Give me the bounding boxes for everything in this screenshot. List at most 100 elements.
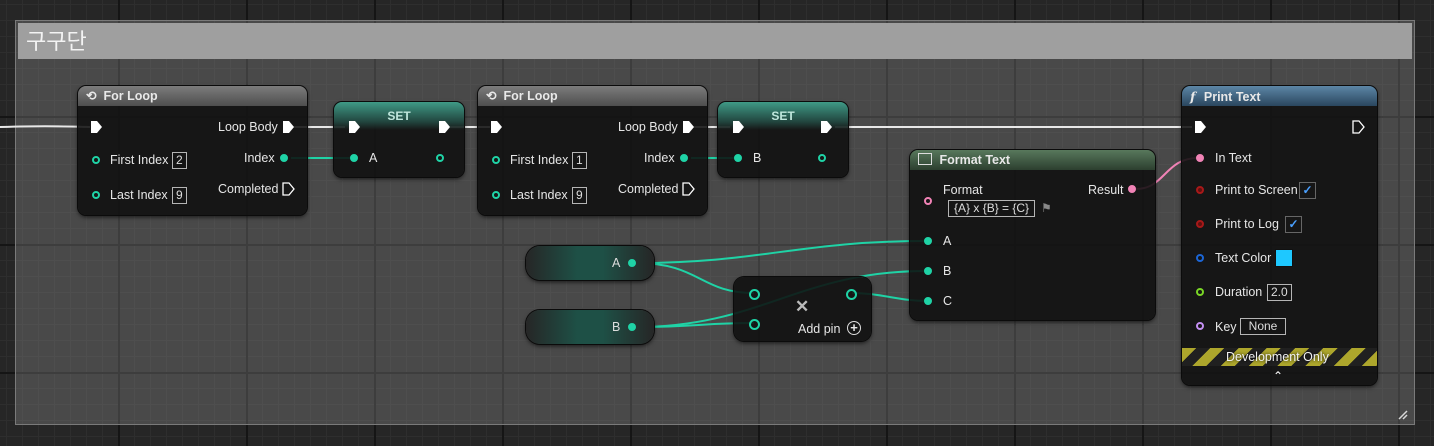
exec-in-pin[interactable]: [90, 120, 103, 134]
exec-out-pin[interactable]: [438, 120, 451, 134]
node-title: For Loop: [103, 89, 158, 103]
value-out-pin[interactable]: [436, 154, 444, 162]
var-label: B: [753, 151, 762, 165]
output-pin[interactable]: [846, 289, 857, 300]
first-index-label: First Index: [510, 153, 569, 167]
print-text-node[interactable]: f Print Text In Text Print to Screen ✓ P…: [1182, 86, 1377, 385]
input-b-pin[interactable]: [749, 319, 760, 330]
multiply-icon: ✕: [795, 297, 810, 316]
text-color-swatch[interactable]: [1275, 249, 1293, 267]
pin-a[interactable]: [924, 237, 932, 245]
in-text-label: In Text: [1215, 151, 1252, 165]
add-pin-label[interactable]: Add pin: [798, 322, 840, 336]
print-to-log-pin[interactable]: [1196, 220, 1204, 228]
first-index-input[interactable]: 2: [172, 152, 187, 169]
last-index-pin[interactable]: [92, 191, 100, 199]
in-text-pin[interactable]: [1196, 154, 1204, 162]
exec-in-pin[interactable]: [490, 120, 503, 134]
value-out-pin[interactable]: [628, 323, 636, 331]
localization-flag-icon[interactable]: ⚑: [1041, 201, 1052, 215]
wire-get-a-format: [635, 240, 927, 264]
first-index-label: First Index: [110, 153, 169, 167]
duration-input[interactable]: 2.0: [1267, 284, 1292, 301]
set-node-a[interactable]: SET A: [334, 102, 464, 177]
node-title: Format Text: [939, 153, 1011, 167]
result-pin[interactable]: [1128, 185, 1136, 193]
key-input[interactable]: None: [1240, 318, 1286, 335]
set-node-b[interactable]: SET B: [718, 102, 848, 177]
loop-body-exec-pin[interactable]: [282, 120, 295, 134]
first-index-input[interactable]: 1: [572, 152, 587, 169]
exec-wire-in: [0, 125, 91, 128]
last-index-label: Last Index: [510, 188, 568, 202]
print-to-log-checkbox[interactable]: ✓: [1285, 216, 1302, 233]
format-label: Format: [943, 183, 983, 197]
duration-pin[interactable]: [1196, 288, 1204, 296]
loop-icon: ⟲: [86, 89, 97, 103]
multiply-node[interactable]: ✕ Add pin +: [734, 277, 871, 341]
var-label: A: [369, 151, 378, 165]
exec-in-pin[interactable]: [348, 120, 361, 134]
node-title: Print Text: [1203, 90, 1261, 104]
result-label: Result: [1088, 183, 1124, 197]
completed-exec-pin[interactable]: [682, 182, 695, 196]
add-pin-icon[interactable]: +: [847, 321, 861, 335]
duration-label: Duration: [1215, 285, 1263, 299]
var-label: A: [612, 256, 621, 270]
print-text-header[interactable]: f Print Text: [1182, 86, 1377, 106]
print-to-screen-label: Print to Screen: [1215, 183, 1298, 197]
loop-body-exec-pin[interactable]: [682, 120, 695, 134]
exec-out-pin[interactable]: [1352, 120, 1365, 134]
get-variable-a-node[interactable]: A: [526, 246, 654, 280]
pin-c-label: C: [943, 294, 953, 308]
function-icon: f: [1190, 89, 1196, 104]
index-out-pin[interactable]: [280, 154, 288, 162]
value-in-pin[interactable]: [734, 154, 742, 162]
key-label: Key: [1215, 320, 1237, 334]
input-a-pin[interactable]: [749, 289, 760, 300]
exec-in-pin[interactable]: [1194, 120, 1207, 134]
key-pin[interactable]: [1196, 322, 1204, 330]
pin-b[interactable]: [924, 267, 932, 275]
last-index-pin[interactable]: [492, 191, 500, 199]
index-label: Index: [644, 151, 675, 165]
index-label: Index: [244, 151, 275, 165]
value-out-pin[interactable]: [628, 259, 636, 267]
for-loop-node-2[interactable]: ⟲ For Loop Loop Body First Index 1 Index…: [478, 86, 707, 215]
pin-b-label: B: [943, 264, 952, 278]
var-label: B: [612, 320, 621, 334]
completed-label: Completed: [618, 182, 679, 196]
value-out-pin[interactable]: [818, 154, 826, 162]
first-index-pin[interactable]: [92, 156, 100, 164]
loop-body-label: Loop Body: [618, 120, 678, 134]
node-title: For Loop: [503, 89, 558, 103]
exec-in-pin[interactable]: [732, 120, 745, 134]
format-pin[interactable]: [924, 197, 932, 205]
text-color-pin[interactable]: [1196, 254, 1204, 262]
pin-a-label: A: [943, 234, 952, 248]
development-only-label: Development Only: [1226, 350, 1329, 364]
index-out-pin[interactable]: [680, 154, 688, 162]
for-loop-header[interactable]: ⟲ For Loop: [78, 86, 307, 106]
value-in-pin[interactable]: [350, 154, 358, 162]
format-text-node[interactable]: Format Text Format {A} x {B} = {C} ⚑ Res…: [910, 150, 1155, 320]
for-loop-header[interactable]: ⟲ For Loop: [478, 86, 707, 106]
for-loop-node-1[interactable]: ⟲ For Loop Loop Body First Index 2 Index…: [78, 86, 307, 215]
format-text-header[interactable]: Format Text: [910, 150, 1155, 170]
last-index-input[interactable]: 9: [572, 187, 587, 204]
completed-exec-pin[interactable]: [282, 182, 295, 196]
get-variable-b-node[interactable]: B: [526, 310, 654, 344]
exec-out-pin[interactable]: [820, 120, 833, 134]
function-icon: [918, 153, 932, 165]
text-color-label: Text Color: [1215, 251, 1272, 265]
first-index-pin[interactable]: [492, 156, 500, 164]
completed-label: Completed: [218, 182, 279, 196]
last-index-input[interactable]: 9: [172, 187, 187, 204]
loop-icon: ⟲: [486, 89, 497, 103]
print-to-screen-checkbox[interactable]: ✓: [1299, 182, 1316, 199]
print-to-screen-pin[interactable]: [1196, 186, 1204, 194]
collapse-chevron-icon[interactable]: ⌃: [1273, 369, 1283, 383]
format-input[interactable]: {A} x {B} = {C}: [948, 200, 1036, 217]
pin-c[interactable]: [924, 297, 932, 305]
print-to-log-label: Print to Log: [1215, 217, 1279, 231]
